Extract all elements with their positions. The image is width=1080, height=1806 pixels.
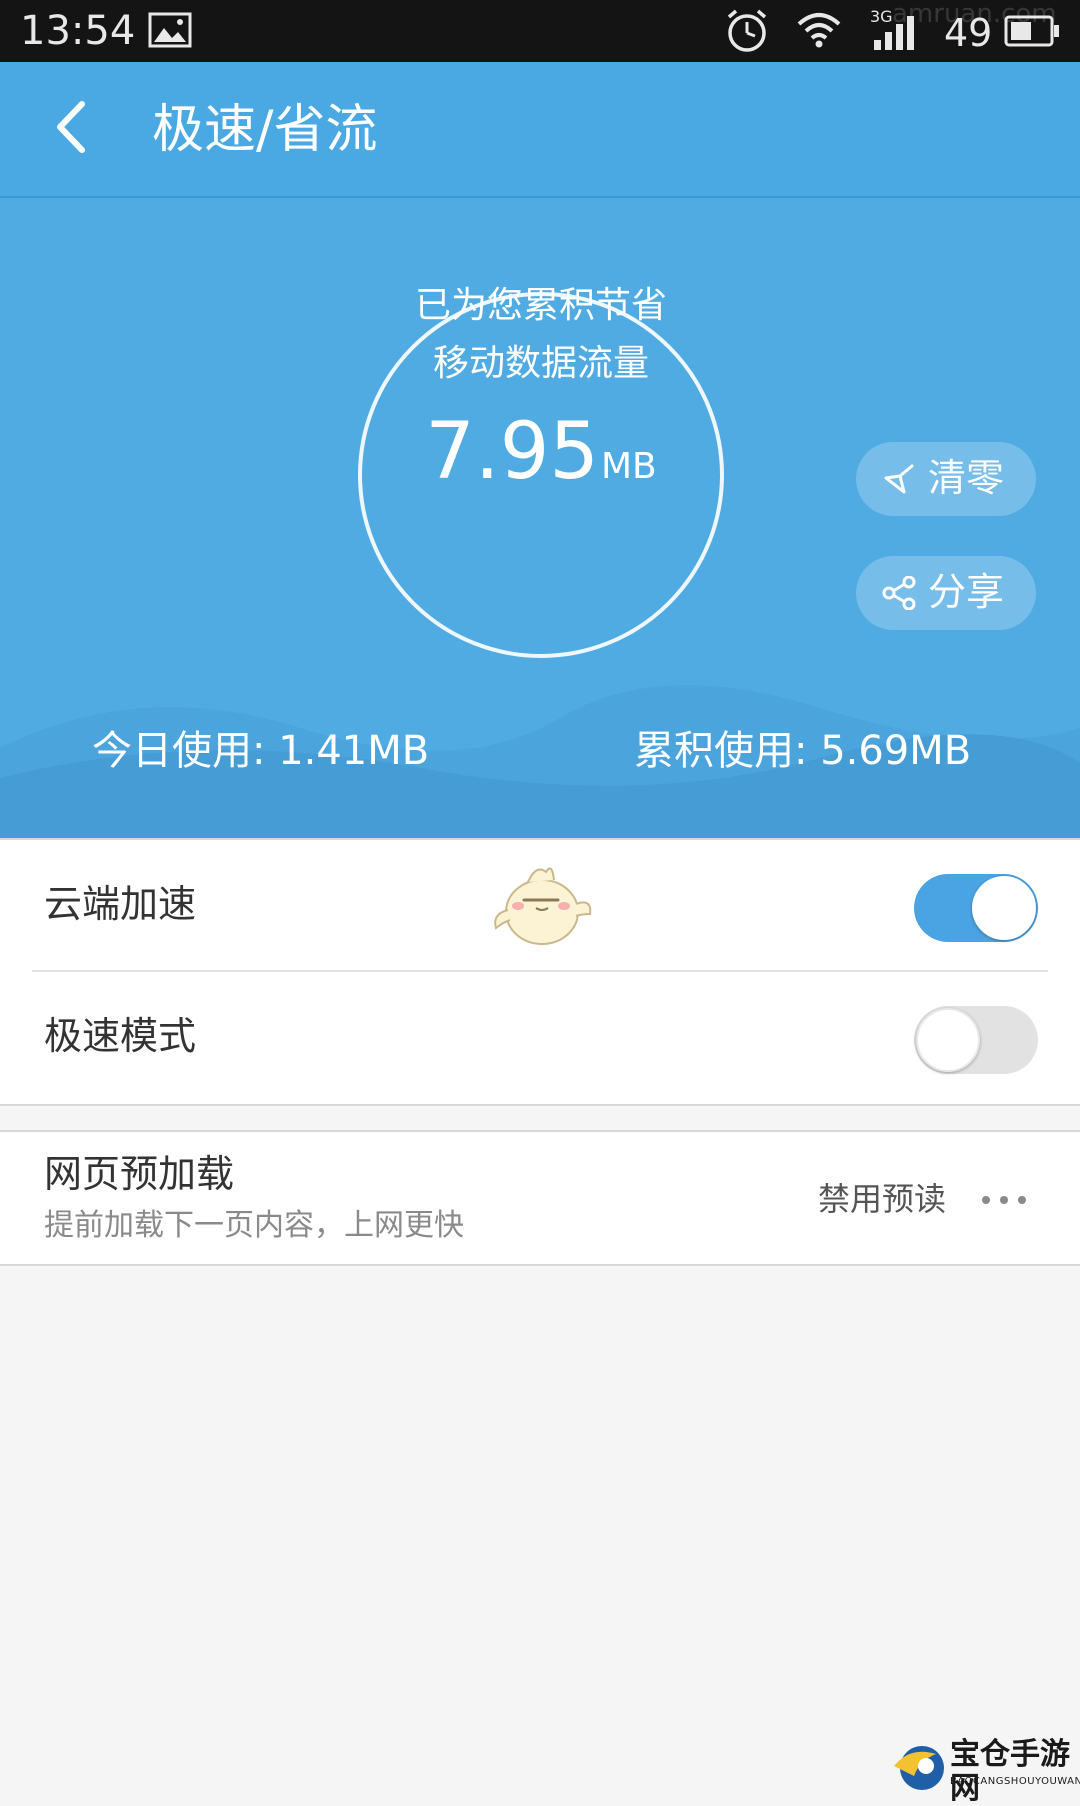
savings-number: 7.95 xyxy=(425,407,599,497)
savings-line2: 移动数据流量 xyxy=(432,343,649,384)
savings-value: 7.95MB xyxy=(358,408,724,517)
settings-card: 云端加速 极速模式 xyxy=(0,838,1080,1106)
mascot-image xyxy=(494,867,592,945)
watermark-sub: BAOCANGSHOUYOUWANG xyxy=(950,1776,1080,1787)
setting-row-preload[interactable]: 网页预加载 提前加载下一页内容，上网更快 禁用预读 xyxy=(0,1130,1080,1266)
toggle-knob xyxy=(972,876,1036,940)
status-bar: 13:54 amruan.com 3G 49 xyxy=(0,0,1080,62)
status-time: 13:54 xyxy=(20,8,136,54)
preload-value: 禁用预读 xyxy=(818,1180,947,1218)
watermark-logo-icon xyxy=(894,1746,944,1790)
savings-panel: 已为您累积节省 移动数据流量 7.95MB 清零 分享 今日使用: 1.41MB… xyxy=(0,198,1080,838)
share-icon xyxy=(882,576,916,610)
preload-title: 网页预加载 xyxy=(44,1152,235,1196)
battery-icon xyxy=(1004,15,1059,47)
share-button[interactable]: 分享 xyxy=(856,556,1036,630)
preload-subtitle: 提前加载下一页内容，上网更快 xyxy=(44,1208,464,1243)
clear-label: 清零 xyxy=(928,456,1005,500)
site-watermark: 宝仓手游网 BAOCANGSHOUYOUWANG xyxy=(890,1728,1080,1806)
savings-circle: 已为您累积节省 移动数据流量 7.95MB xyxy=(358,285,724,658)
savings-line1: 已为您累积节省 xyxy=(414,285,667,326)
setting-row-cloud-accel[interactable]: 云端加速 xyxy=(0,840,1080,970)
alarm-icon xyxy=(727,9,767,52)
cloud-accel-toggle[interactable] xyxy=(914,874,1038,942)
battery-level: 49 xyxy=(944,11,993,55)
setting-row-turbo-mode[interactable]: 极速模式 xyxy=(0,972,1080,1102)
share-label: 分享 xyxy=(928,570,1005,614)
broom-icon xyxy=(884,464,914,494)
more-dots-icon[interactable] xyxy=(980,1190,1030,1210)
cloud-accel-label: 云端加速 xyxy=(44,882,197,926)
page-title: 极速/省流 xyxy=(152,100,378,160)
title-bar: 极速/省流 xyxy=(0,62,1080,198)
total-usage: 累积使用: 5.69MB xyxy=(634,728,972,774)
turbo-mode-label: 极速模式 xyxy=(44,1014,197,1058)
today-usage: 今日使用: 1.41MB xyxy=(92,728,430,774)
turbo-mode-toggle[interactable] xyxy=(914,1006,1038,1074)
savings-unit: MB xyxy=(600,446,657,487)
chevron-left-icon[interactable] xyxy=(40,92,110,162)
toggle-knob xyxy=(916,1008,980,1072)
image-icon xyxy=(148,12,192,48)
wifi-icon xyxy=(797,13,841,48)
watermark-name: 宝仓手游网 xyxy=(950,1737,1070,1806)
signal-icon xyxy=(874,16,914,50)
clear-button[interactable]: 清零 xyxy=(856,442,1036,516)
